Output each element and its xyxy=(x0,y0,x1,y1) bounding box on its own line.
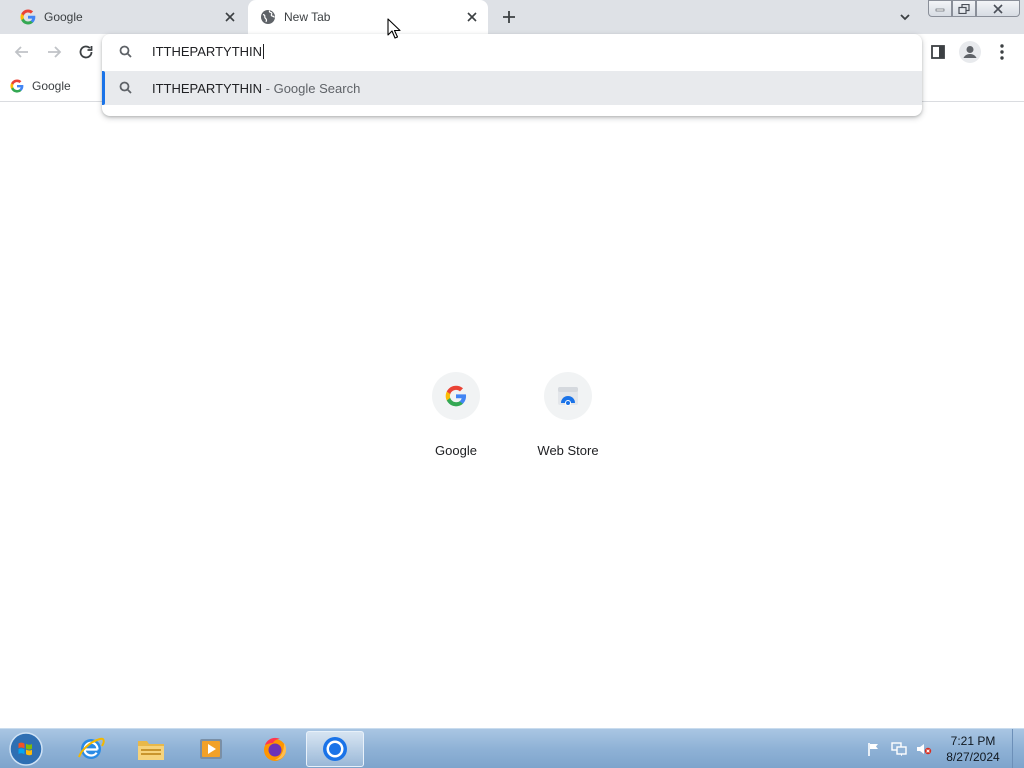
minimize-icon xyxy=(935,8,945,11)
media-player-icon xyxy=(200,739,222,759)
plus-icon xyxy=(503,11,515,23)
side-panel-icon xyxy=(931,45,945,59)
forward-button[interactable] xyxy=(42,40,66,64)
side-panel-button[interactable] xyxy=(926,40,950,64)
taskbar-file-explorer[interactable] xyxy=(122,731,180,767)
close-icon[interactable] xyxy=(222,9,238,25)
shortcut-label: Google xyxy=(435,443,477,458)
close-icon xyxy=(993,3,1003,14)
mouse-pointer-icon xyxy=(387,18,401,39)
tab-google[interactable]: Google xyxy=(8,0,246,34)
volume-muted-icon[interactable] xyxy=(916,741,932,757)
google-logo-icon xyxy=(445,385,467,407)
google-favicon-icon xyxy=(10,79,24,93)
show-desktop-button[interactable] xyxy=(1012,729,1024,768)
taskbar-firefox[interactable] xyxy=(246,731,304,767)
arrow-left-icon xyxy=(14,46,28,58)
web-store-icon xyxy=(558,387,578,406)
start-button[interactable] xyxy=(6,731,46,767)
more-vert-icon xyxy=(1000,44,1004,60)
new-tab-button[interactable] xyxy=(498,6,520,28)
shortcut-label: Web Store xyxy=(537,443,599,458)
restore-icon xyxy=(958,3,970,14)
address-bar[interactable]: ITTHEPARTYTHIN xyxy=(102,34,922,70)
close-icon[interactable] xyxy=(464,9,480,25)
network-icon[interactable] xyxy=(891,741,907,757)
reload-icon xyxy=(79,45,93,59)
google-favicon-icon xyxy=(20,9,36,25)
tab-search-button[interactable] xyxy=(894,6,916,28)
action-center-flag-icon[interactable] xyxy=(866,741,882,757)
shortcut-icon-tile xyxy=(432,372,480,420)
minimize-button[interactable] xyxy=(928,0,952,17)
window-close-button[interactable] xyxy=(976,0,1020,17)
back-button[interactable] xyxy=(10,40,34,64)
system-clock[interactable]: 7:21 PM 8/27/2024 xyxy=(940,733,1006,765)
clock-date: 8/27/2024 xyxy=(946,750,1000,764)
taskbar-media-player[interactable] xyxy=(182,731,240,767)
profile-button[interactable] xyxy=(958,40,982,64)
omnibox-dropdown: ITTHEPARTYTHIN ITTHEPARTYTHIN - Google S… xyxy=(102,34,922,116)
tab-title: New Tab xyxy=(284,10,331,24)
folder-icon xyxy=(138,741,164,760)
clock-time: 7:21 PM xyxy=(950,734,996,748)
avatar-icon xyxy=(959,41,981,63)
search-icon xyxy=(118,44,134,60)
suggestion-text: ITTHEPARTYTHIN - Google Search xyxy=(152,81,360,96)
tab-new-tab[interactable]: New Tab xyxy=(248,0,488,34)
shortcut-web-store[interactable]: Web Store xyxy=(512,370,624,460)
address-input-text: ITTHEPARTYTHIN xyxy=(152,44,263,59)
suggestion-query: ITTHEPARTYTHIN xyxy=(152,81,263,96)
address-input[interactable]: ITTHEPARTYTHIN xyxy=(152,44,265,59)
restore-button[interactable] xyxy=(952,0,976,17)
taskbar-chrome[interactable] xyxy=(306,731,364,767)
taskbar: 7:21 PM 8/27/2024 xyxy=(0,728,1024,768)
bookmark-google[interactable]: Google xyxy=(10,76,71,96)
internet-explorer-icon xyxy=(78,737,105,759)
tab-strip: Google New Tab xyxy=(0,0,1024,34)
chrome-icon xyxy=(323,737,347,761)
text-caret xyxy=(263,44,265,59)
tab-title: Google xyxy=(44,10,83,24)
reload-button[interactable] xyxy=(74,40,98,64)
suggestion-subtext: Google Search xyxy=(273,81,361,96)
globe-icon xyxy=(260,9,276,25)
chevron-down-icon xyxy=(900,14,910,21)
suggestion-row[interactable]: ITTHEPARTYTHIN - Google Search xyxy=(102,71,922,105)
taskbar-internet-explorer[interactable] xyxy=(62,731,120,767)
arrow-right-icon xyxy=(48,46,62,58)
bookmark-label: Google xyxy=(32,79,71,93)
suggestion-separator: - xyxy=(262,81,274,96)
search-icon xyxy=(118,80,134,96)
shortcut-icon-tile xyxy=(544,372,592,420)
menu-button[interactable] xyxy=(990,40,1014,64)
windows-start-icon xyxy=(9,732,43,766)
shortcut-google[interactable]: Google xyxy=(400,370,512,460)
firefox-icon xyxy=(264,737,287,761)
selection-indicator xyxy=(102,71,105,105)
